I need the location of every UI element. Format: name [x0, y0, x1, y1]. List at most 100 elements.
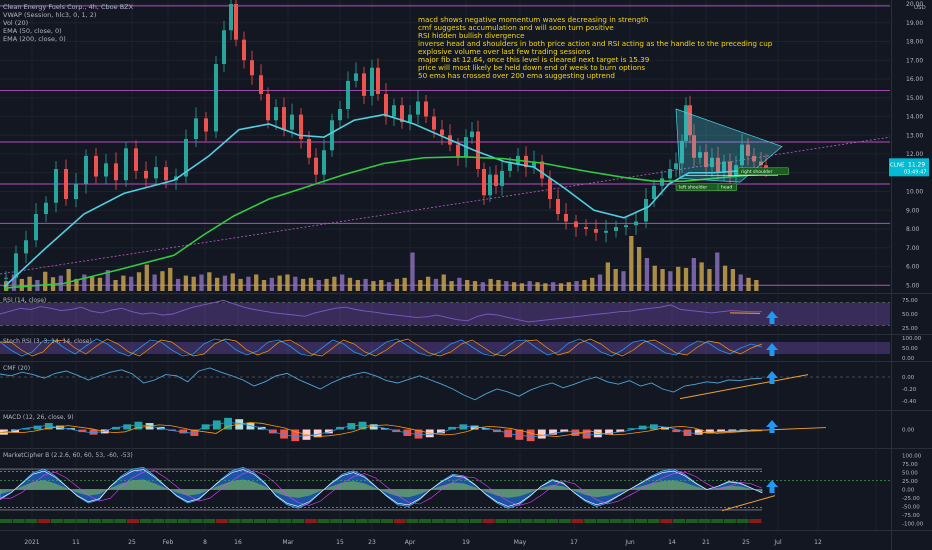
candle-body	[644, 199, 648, 222]
candle-body	[470, 131, 474, 138]
volume-bar	[113, 280, 118, 291]
time-tick-label: 21	[702, 539, 710, 546]
volume-bar	[207, 272, 212, 291]
candle-body	[322, 150, 326, 175]
volume-bar	[590, 277, 595, 291]
macd-histogram-bar	[526, 429, 535, 442]
candle-body	[24, 240, 28, 254]
candle-body	[134, 148, 138, 171]
candle-body	[330, 120, 334, 151]
volume-bar	[324, 278, 329, 291]
candle-body	[408, 114, 412, 123]
candle-body	[482, 169, 486, 196]
candle-body	[4, 277, 8, 279]
cipher-bias-strip	[241, 519, 254, 523]
candle-body	[346, 80, 350, 109]
volume-bar	[199, 274, 204, 291]
volume-bar	[691, 258, 696, 291]
price-tick-label: 13.00	[906, 132, 923, 139]
price-tick-label: 5.00	[906, 282, 920, 289]
price-tick-label: 12.00	[906, 151, 923, 158]
pane-tick-label: 0.00	[902, 356, 915, 362]
candle-body	[64, 169, 68, 199]
last-price-label: 11.29	[908, 161, 925, 168]
candle-body	[266, 94, 270, 121]
candle-body	[194, 118, 198, 139]
pane-tick-label: 0.00	[902, 488, 915, 494]
cipher-bias-strip	[495, 519, 508, 523]
candle-body	[500, 170, 504, 186]
pane-tick-label: 100.00	[902, 453, 922, 459]
volume-bar	[754, 280, 759, 291]
volume-bar	[379, 280, 384, 291]
volume-bar	[152, 274, 157, 291]
volume-bar	[386, 282, 392, 291]
volume-bar	[472, 281, 478, 291]
volume-bar	[457, 277, 462, 291]
pane-tick-label: -0.20	[902, 387, 917, 393]
cipher-bias-strip	[190, 519, 203, 523]
candle-body	[548, 178, 552, 199]
time-tick-label: Mar	[282, 539, 294, 546]
candle-body	[494, 174, 498, 186]
price-tick-label: 6.00	[906, 264, 920, 271]
cipher-bias-strip	[736, 519, 749, 523]
macd-histogram-bar	[212, 420, 221, 430]
candle-body	[204, 118, 208, 132]
volume-bar	[722, 265, 728, 291]
cipher-bias-strip	[254, 519, 266, 523]
time-tick-label: 25	[128, 539, 136, 546]
volume-bar	[363, 278, 368, 291]
volume-bar	[582, 280, 587, 291]
cipher-bias-strip	[152, 519, 165, 523]
volume-bar	[621, 271, 626, 291]
countdown-label: 03:49:47	[904, 169, 926, 175]
volume-bar	[410, 252, 415, 291]
cipher-bias-strip	[304, 519, 317, 523]
volume-bar	[43, 271, 48, 291]
candle-body	[234, 4, 238, 40]
volume-bar	[496, 280, 501, 291]
volume-bar	[27, 276, 32, 291]
cipher-bias-strip	[330, 519, 343, 523]
time-tick-label: 14	[668, 539, 676, 546]
cipher-bias-strip	[292, 519, 305, 523]
cipher-bias-strip	[355, 519, 368, 523]
candle-body	[424, 101, 428, 117]
volume-bar	[160, 271, 165, 291]
volume-bar	[340, 274, 345, 291]
cipher-bias-strip	[533, 519, 546, 523]
time-tick-label: 2021	[24, 539, 39, 546]
volume-bar	[191, 276, 196, 291]
volume-bar	[355, 280, 360, 291]
volume-bar	[566, 282, 571, 291]
volume-bar	[551, 282, 556, 291]
candle-body	[94, 155, 98, 177]
price-tick-label: 10.00	[906, 189, 923, 196]
pane-tick-label: -50.00	[902, 505, 920, 511]
chart-canvas[interactable]: left shoulder head right shoulder 5.00 6.00…	[0, 0, 932, 550]
cipher-bias-strip	[520, 519, 533, 523]
time-tick-label: 11	[72, 539, 80, 546]
cipher-bias-strip	[431, 519, 444, 523]
volume-bar	[605, 262, 611, 291]
candle-body	[370, 67, 374, 96]
candle-body	[250, 60, 254, 76]
candle-body	[154, 167, 158, 179]
volume-bar	[394, 278, 400, 291]
volume-bar	[82, 274, 87, 291]
volume-bar	[488, 278, 493, 291]
cipher-bias-strip	[393, 519, 406, 523]
volume-bar	[574, 281, 579, 291]
volume-bar	[629, 236, 634, 291]
candle-body	[74, 184, 78, 199]
cmf-pane-label: CMF (20)	[3, 365, 31, 372]
pane-tick-label: 50.00	[902, 346, 918, 352]
volume-bar	[371, 281, 376, 291]
time-tick-label: 16	[234, 539, 242, 546]
cipher-bias-strip	[266, 519, 279, 523]
volume-bar	[285, 274, 290, 291]
volume-bar	[699, 262, 704, 291]
cipher-bias-strip	[558, 519, 571, 523]
candle-body	[338, 109, 342, 121]
